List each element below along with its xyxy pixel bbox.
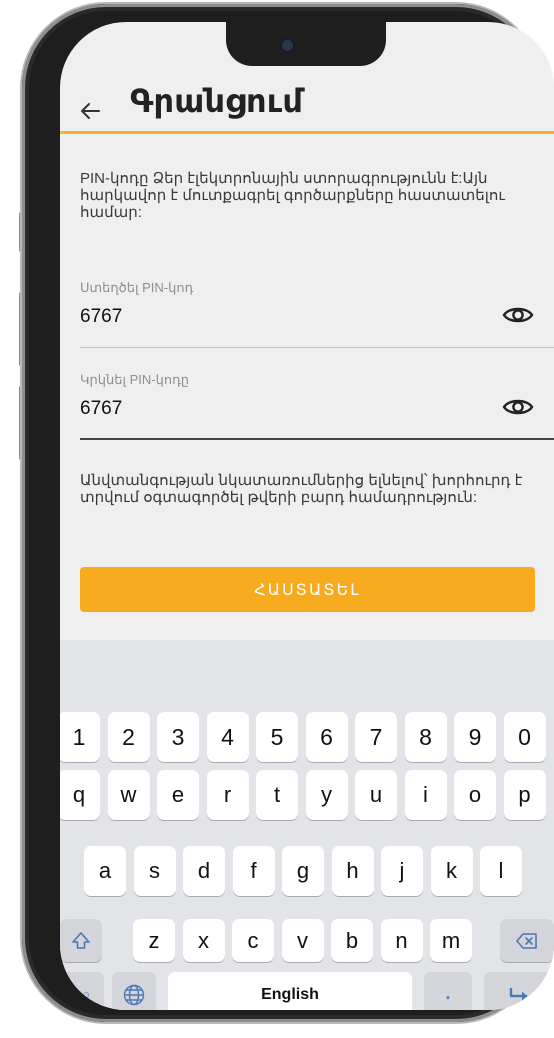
globe-key[interactable] — [112, 972, 156, 1010]
on-screen-keyboard: 1234567890 qwertyuiop asdfghjkl zxcvbnm !#☺ — [60, 640, 554, 1010]
backspace-icon — [516, 932, 537, 949]
key-z[interactable]: z — [133, 919, 175, 962]
key-i[interactable]: i — [404, 770, 447, 820]
pin-info-text: PIN-կոդը Ձեր էլեկտրոնային ստորագրություն… — [80, 170, 505, 221]
key-v[interactable]: v — [281, 919, 324, 962]
key-h[interactable]: h — [331, 846, 374, 896]
confirm-button[interactable]: ՀԱՍՏԱՏԵԼ — [80, 567, 535, 612]
symbols-key[interactable]: !#☺ — [60, 972, 104, 1010]
key-5[interactable]: 5 — [256, 712, 298, 762]
key-c[interactable]: c — [232, 919, 274, 962]
key-r[interactable]: r — [206, 770, 249, 820]
arrow-left-icon[interactable] — [79, 100, 101, 122]
notch — [226, 22, 386, 66]
key-q[interactable]: q — [60, 770, 100, 820]
key-u[interactable]: u — [355, 770, 397, 820]
key-6[interactable]: 6 — [305, 712, 348, 762]
key-3[interactable]: 3 — [157, 712, 199, 762]
enter-icon — [509, 987, 528, 1001]
shift-key[interactable] — [60, 919, 102, 962]
key-a[interactable]: a — [84, 846, 126, 896]
key-m[interactable]: m — [430, 919, 472, 962]
key-y[interactable]: y — [305, 770, 348, 820]
key-d[interactable]: d — [183, 846, 225, 896]
key-7[interactable]: 7 — [355, 712, 397, 762]
key-0[interactable]: 0 — [503, 712, 546, 762]
create-pin-field[interactable]: Ստեղծել PIN-կոդ — [80, 268, 554, 348]
page-title: Գրանցում — [130, 82, 304, 120]
globe-icon — [123, 984, 145, 1006]
eye-icon[interactable] — [502, 304, 534, 326]
key-w[interactable]: w — [107, 770, 150, 820]
create-pin-label: Ստեղծել PIN-կոդ — [80, 280, 194, 295]
key-4[interactable]: 4 — [206, 712, 249, 762]
key-8[interactable]: 8 — [404, 712, 447, 762]
key-l[interactable]: l — [480, 846, 522, 896]
key-n[interactable]: n — [380, 919, 423, 962]
front-camera — [282, 40, 293, 51]
key-f[interactable]: f — [232, 846, 275, 896]
key-1[interactable]: 1 — [60, 712, 100, 762]
repeat-pin-label: Կրկնել PIN-կոդը — [80, 372, 189, 387]
period-key[interactable]: . — [424, 972, 472, 1010]
key-o[interactable]: o — [454, 770, 496, 820]
key-b[interactable]: b — [331, 919, 373, 962]
key-9[interactable]: 9 — [454, 712, 496, 762]
phone-frame: Գրանցում PIN-կոդը Ձեր էլեկտրոնային ստորա… — [22, 4, 554, 1022]
repeat-pin-input[interactable] — [80, 396, 440, 422]
enter-key[interactable] — [484, 972, 554, 1010]
key-x[interactable]: x — [182, 919, 225, 962]
security-note-text: Անվտանգության նկատառումներից ելնելով՝ խո… — [80, 472, 523, 506]
key-t[interactable]: t — [256, 770, 298, 820]
key-e[interactable]: e — [157, 770, 199, 820]
shift-icon — [72, 931, 90, 949]
key-k[interactable]: k — [430, 846, 473, 896]
eye-icon[interactable] — [502, 396, 534, 418]
key-j[interactable]: j — [381, 846, 423, 896]
key-p[interactable]: p — [503, 770, 546, 820]
key-2[interactable]: 2 — [107, 712, 150, 762]
screen: Գրանցում PIN-կոդը Ձեր էլեկտրոնային ստորա… — [60, 22, 554, 1010]
app-header: Գրանցում — [60, 78, 554, 134]
key-s[interactable]: s — [133, 846, 176, 896]
key-g[interactable]: g — [282, 846, 324, 896]
backspace-key[interactable] — [500, 919, 554, 962]
repeat-pin-field[interactable]: Կրկնել PIN-կոդը — [80, 360, 554, 440]
space-key[interactable]: English — [168, 972, 412, 1010]
create-pin-input[interactable] — [80, 304, 440, 330]
